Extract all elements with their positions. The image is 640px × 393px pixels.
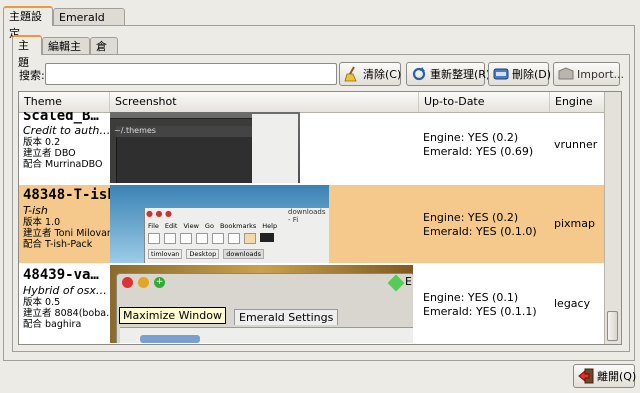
screenshot-path-item: Desktop (186, 249, 220, 259)
screenshot-menu-item: View (183, 222, 199, 230)
tab-emerald-settings[interactable]: Emerald 設定 (53, 8, 125, 42)
theme-author: 建立者 8084(boba… (23, 308, 116, 319)
minimize-window-icon (138, 277, 149, 288)
engine-status: Engine: YES (0.1) (423, 291, 519, 304)
theme-description: T-ish (23, 204, 48, 217)
column-theme[interactable]: Theme (19, 92, 110, 112)
engine-name: vrunner (554, 138, 598, 151)
import-icon (558, 66, 574, 82)
quit-button[interactable]: 離開(Q) (573, 364, 637, 388)
table-row[interactable]: 48439-va… Hybrid of osx… 版本 0.5 建立者 8084… (19, 265, 605, 343)
tab-themes[interactable]: 主題 (12, 35, 42, 69)
screenshot-toolbar (148, 233, 288, 244)
engine-status: Engine: YES (0.2) (423, 131, 519, 144)
delete-icon (493, 66, 509, 82)
close-window-icon (122, 277, 133, 288)
theme-name: 48439-va… (23, 267, 99, 283)
maximize-window-tooltip: Maximize Window (119, 307, 226, 324)
column-engine[interactable]: Engine (550, 92, 605, 112)
screenshot-menu-item: Bookmarks (219, 222, 257, 230)
theme-screenshot: + Emerald Settings E (110, 265, 413, 343)
emerald-status: Emerald: YES (0.1.0) (423, 225, 537, 238)
search-input[interactable] (45, 63, 337, 85)
screenshot-path-item: downloads (223, 249, 265, 259)
theme-pairing: 配合 baghira (23, 319, 82, 330)
list-header: Theme Screenshot Up-to-Date Engine (19, 92, 605, 113)
theme-list[interactable]: Theme Screenshot Up-to-Date Engine Scale… (18, 91, 622, 345)
emerald-status: Emerald: YES (0.1.1) (423, 305, 537, 318)
theme-version: 版本 0.5 (23, 297, 61, 308)
screenshot-path-text: ~/.themes (114, 126, 156, 135)
theme-screenshot: ● ● ● downloads - Fi File Edit View Go B… (110, 185, 329, 263)
exit-icon (578, 368, 594, 384)
tab-edit-theme[interactable]: 編輯主題 (42, 37, 90, 71)
theme-pairing: 配合 MurrinaDBO (23, 159, 103, 170)
clear-button[interactable]: 清除(C) (339, 62, 401, 86)
scrollbar-thumb[interactable] (607, 311, 618, 341)
theme-pairing: 配合 T-ish-Pack (23, 239, 93, 250)
tab-theme-settings[interactable]: 主題設定 (3, 6, 53, 40)
theme-name: 48348-T-ish (23, 187, 116, 203)
delete-button[interactable]: 刪除(D) (488, 62, 552, 86)
theme-author: 建立者 Toni Milovan (23, 228, 113, 239)
screenshot-path-item: timlovan (148, 249, 183, 259)
theme-description: Hybrid of osx… (23, 284, 107, 297)
column-screenshot[interactable]: Screenshot (110, 92, 419, 112)
window-buttons-icon: ● ● ● (146, 209, 173, 218)
maximize-window-icon: + (154, 277, 165, 288)
theme-author: 建立者 DBO (23, 148, 76, 159)
screenshot-path: timlovan Desktop downloads (148, 249, 265, 259)
screenshot-menu-item: Go (204, 222, 214, 230)
screenshot-window-title: E (405, 275, 412, 288)
theme-name: Scaled_B… (23, 112, 99, 124)
import-button[interactable]: Import... (553, 62, 624, 86)
engine-name: pixmap (554, 217, 595, 230)
theme-description: Credit to auth… (23, 124, 111, 137)
engine-status: Engine: YES (0.2) (423, 211, 519, 224)
tab-repository[interactable]: 倉儲 (90, 37, 118, 71)
quit-label: 離開(Q) (597, 370, 637, 383)
emerald-status: Emerald: YES (0.69) (423, 145, 534, 158)
clear-label: 清除(C) (363, 68, 402, 81)
table-row[interactable]: Scaled_B… Credit to auth… 版本 0.2 建立者 DBO… (19, 112, 605, 185)
engine-name: legacy (554, 297, 591, 310)
refresh-label: 重新整理(R) (430, 68, 491, 81)
refresh-icon (411, 66, 427, 82)
delete-label: 刪除(D) (512, 68, 552, 81)
theme-version: 版本 0.2 (23, 137, 61, 148)
theme-version: 版本 1.0 (23, 217, 61, 228)
table-row[interactable]: 48348-T-ish T-ish 版本 1.0 建立者 Toni Milova… (19, 185, 605, 263)
column-up-to-date[interactable]: Up-to-Date (419, 92, 550, 112)
vertical-scrollbar[interactable] (604, 92, 621, 344)
broom-icon (344, 66, 360, 82)
screenshot-menu-item: Edit (164, 222, 178, 230)
screenshot-window-title: downloads - Fi (288, 208, 326, 224)
screenshot-tab: Emerald Settings (234, 309, 339, 325)
theme-screenshot: ~/.themes (110, 112, 300, 183)
screenshot-menu: File Edit View Go Bookmarks Help (148, 222, 277, 230)
refresh-button[interactable]: 重新整理(R) (406, 62, 490, 86)
screenshot-menu-item: File (148, 222, 159, 230)
screenshot-menu-item: Help (262, 222, 278, 230)
import-label: Import... (577, 67, 624, 81)
